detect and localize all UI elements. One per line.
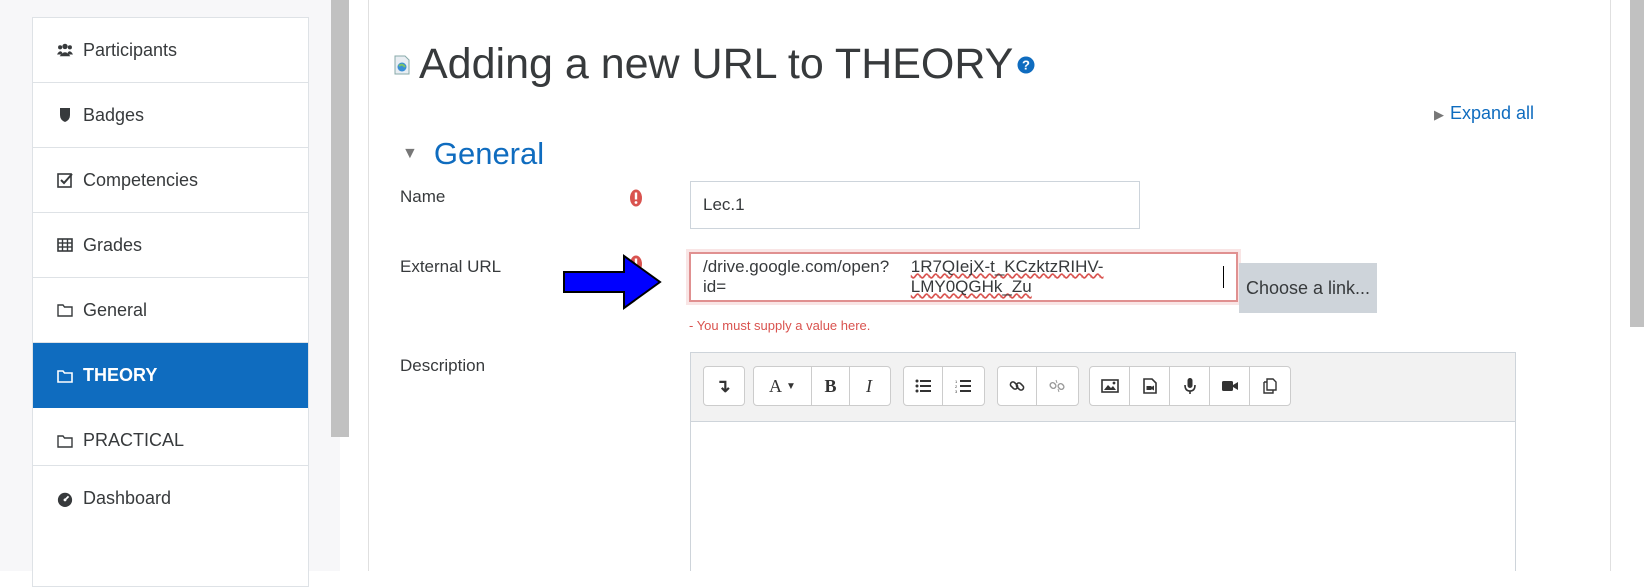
editor-toolbar: ↴ A ▼ B I 123 (691, 353, 1515, 422)
folder-icon (57, 433, 73, 449)
expand-all-label: Expand all (1449, 103, 1534, 123)
section-general-toggle[interactable]: ▼ General (402, 136, 544, 172)
record-audio-button[interactable] (1170, 367, 1210, 405)
editor-content-area[interactable] (691, 422, 1515, 572)
collapse-toolbar-button[interactable]: ↴ (704, 367, 742, 405)
record-video-button[interactable] (1210, 367, 1250, 405)
unlink-icon (1048, 379, 1065, 393)
sidebar-scrollbar[interactable] (331, 0, 349, 437)
link-button[interactable] (998, 367, 1037, 405)
toolbar-group-media (1089, 366, 1291, 406)
italic-button[interactable]: I (850, 367, 888, 405)
bold-button[interactable]: B (812, 367, 850, 405)
svg-text:3: 3 (955, 389, 958, 393)
files-icon (1263, 378, 1277, 394)
external-url-input[interactable]: /drive.google.com/open?id= 1R7QIejX-t_KCz… (689, 252, 1238, 302)
course-nav: Participants Badges Competencies Grades … (32, 17, 309, 474)
caret-down-icon: ▼ (402, 145, 418, 162)
description-label: Description (400, 356, 486, 375)
external-url-label: External URL (400, 257, 502, 276)
file-video-icon (1142, 378, 1157, 394)
ordered-list-button[interactable]: 123 (943, 367, 982, 405)
page-scrollbar[interactable] (1630, 0, 1644, 327)
list-ol-icon: 123 (955, 379, 971, 393)
insert-media-button[interactable] (1130, 367, 1170, 405)
sidebar-item-dashboard[interactable]: Dashboard (33, 466, 308, 531)
choose-link-button[interactable]: Choose a link... (1239, 263, 1377, 313)
required-icon (629, 188, 649, 208)
url-error-message: - You must supply a value here. (689, 318, 871, 333)
sidebar-item-label: Competencies (83, 169, 199, 190)
tachometer-icon (57, 491, 73, 507)
svg-text:?: ? (1022, 57, 1030, 72)
caret-right-icon: ▶ (1433, 107, 1444, 122)
url-value-plain: /drive.google.com/open?id= (703, 257, 890, 296)
page-title: Adding a new URL to THEORY ? (393, 40, 1035, 89)
sidebar-item-label: Participants (83, 39, 178, 60)
link-icon (1009, 381, 1025, 391)
sidebar-item-label: THEORY (83, 365, 158, 385)
folder-icon (57, 302, 73, 318)
unordered-list-button[interactable] (904, 367, 943, 405)
sidebar-item-label: Badges (83, 104, 145, 125)
level-down-icon: ↴ (715, 375, 731, 396)
sidebar-item-label: Grades (83, 234, 143, 255)
toolbar-group-links (997, 366, 1079, 406)
check-square-icon (57, 172, 73, 188)
folder-icon (57, 368, 73, 384)
users-icon (57, 42, 73, 58)
unlink-button[interactable] (1037, 367, 1076, 405)
sidebar-item-participants[interactable]: Participants (33, 18, 308, 83)
divider (1610, 0, 1611, 571)
caret-down-icon: ▼ (786, 380, 796, 392)
image-icon (1100, 379, 1119, 393)
url-value-flagged: 1R7QIejX-t_KCzktzRIHV-LMY0QGHk_Zu (910, 257, 1104, 296)
help-icon[interactable]: ? (1017, 56, 1035, 74)
url-module-icon (393, 55, 411, 75)
insert-image-button[interactable] (1090, 367, 1130, 405)
list-ul-icon (915, 379, 931, 393)
section-title: General (433, 136, 545, 171)
font-style-button[interactable]: A ▼ (754, 367, 812, 405)
sidebar: Participants Badges Competencies Grades … (0, 0, 340, 587)
video-camera-icon (1221, 381, 1238, 391)
site-nav: Dashboard (32, 465, 309, 587)
table-icon (57, 237, 73, 253)
description-editor[interactable]: ↴ A ▼ B I 123 (690, 352, 1516, 572)
expand-all-link[interactable]: ▶ Expand all (1434, 103, 1534, 124)
toolbar-group-collapse: ↴ (703, 366, 745, 406)
sidebar-item-label: Dashboard (83, 488, 172, 508)
sidebar-item-badges[interactable]: Badges (33, 83, 308, 148)
microphone-icon (1183, 378, 1196, 394)
shield-icon (57, 107, 73, 123)
sidebar-item-general[interactable]: General (33, 278, 308, 343)
name-label: Name (400, 187, 446, 206)
text-cursor (1223, 266, 1225, 288)
name-input[interactable]: Lec.1 (690, 181, 1140, 229)
sidebar-item-competencies[interactable]: Competencies (33, 148, 308, 213)
sidebar-item-label: General (83, 299, 148, 320)
sidebar-item-label: PRACTICAL (83, 430, 185, 450)
sidebar-item-grades[interactable]: Grades (33, 213, 308, 278)
toolbar-group-text: A ▼ B I (753, 366, 891, 406)
name-input-value: Lec.1 (703, 195, 745, 214)
font-style-label: A (769, 375, 783, 396)
sidebar-item-practical[interactable]: PRACTICAL (33, 408, 308, 473)
manage-files-button[interactable] (1250, 367, 1290, 405)
toolbar-group-lists: 123 (903, 366, 985, 406)
sidebar-item-theory[interactable]: THEORY (33, 343, 308, 408)
page-title-text: Adding a new URL to THEORY (419, 40, 1014, 88)
arrow-right-icon (563, 254, 662, 310)
